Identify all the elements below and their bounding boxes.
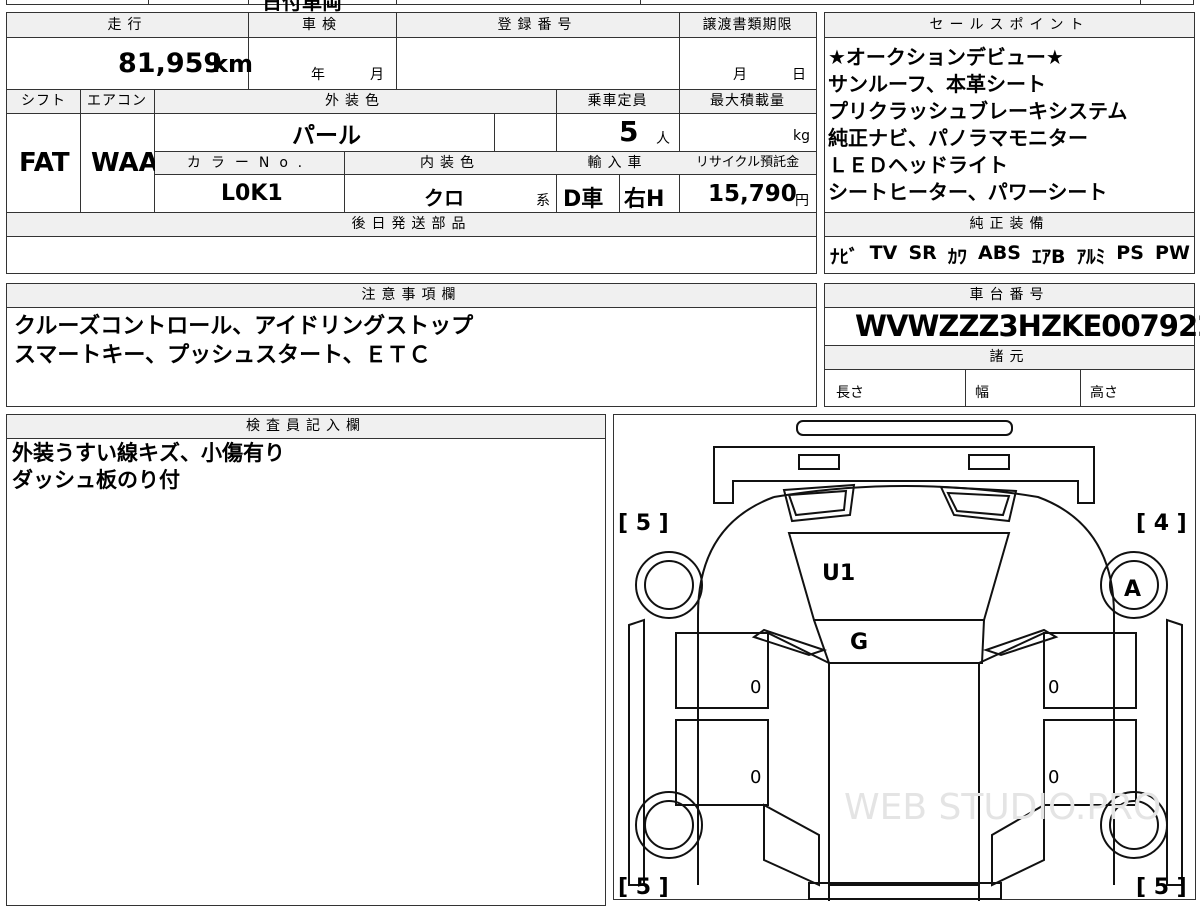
inspection-year-label: 年 bbox=[311, 67, 325, 83]
registration-header: 登録番号 bbox=[396, 13, 679, 38]
capacity-header: 乗車定員 bbox=[556, 90, 679, 114]
capacity-unit: 人 bbox=[656, 131, 670, 147]
recycle-fee-unit: 円 bbox=[795, 193, 809, 209]
import-handle: 右H bbox=[624, 187, 665, 212]
tire-mark-front-right: [ 4 ] bbox=[1136, 511, 1187, 536]
spec-height-label: 高さ bbox=[1090, 385, 1118, 401]
notes-text: クルーズコントロール、アイドリングストップ スマートキー、プッシュスタート、ＥＴ… bbox=[14, 314, 474, 368]
genuine-equipment-header: 純正装備 bbox=[825, 213, 1194, 237]
import-car-type: D車 bbox=[563, 187, 604, 212]
equipment-item: PS bbox=[1116, 242, 1144, 264]
spec-length-label: 長さ bbox=[836, 385, 864, 401]
later-parts-header: 後日発送部品 bbox=[7, 213, 816, 237]
import-header: 輸入車 bbox=[556, 152, 679, 175]
notes-header: 注意事項欄 bbox=[7, 284, 816, 308]
shift-header: シフト bbox=[7, 90, 80, 114]
door-mark-right-front: 0 bbox=[1048, 677, 1060, 698]
equipment-item: ｶﾜ bbox=[947, 246, 967, 268]
inspector-text: 外装うすい線キズ、小傷有り ダッシュ板のり付 bbox=[12, 441, 285, 492]
recycle-fee-header: リサイクル預託金 bbox=[679, 152, 816, 175]
tire-mark-front-left: [ 5 ] bbox=[618, 511, 669, 536]
color-no-header: カラーNo. bbox=[155, 152, 344, 175]
inspection-month-label: 月 bbox=[370, 67, 384, 83]
capacity-value: 5 bbox=[619, 115, 639, 148]
equipment-item: ﾅﾋﾞ bbox=[830, 246, 859, 268]
transfer-month-label: 月 bbox=[733, 67, 747, 83]
interior-color-suffix: 系 bbox=[536, 193, 550, 209]
sales-points-header: セールスポイント bbox=[825, 13, 1194, 38]
aircon-header: エアコン bbox=[80, 90, 154, 114]
interior-color-value: クロ bbox=[424, 186, 464, 210]
mileage-value: 81,959 bbox=[118, 48, 223, 79]
transfer-deadline-header: 譲渡書類期限 bbox=[679, 13, 816, 38]
equipment-item: ｱﾙﾐ bbox=[1076, 246, 1106, 268]
car-outline bbox=[628, 420, 1183, 901]
exterior-color-header: 外装色 bbox=[154, 90, 556, 114]
watermark: WEB STUDIO.PRO bbox=[844, 787, 1162, 828]
aircon-value: WAA bbox=[91, 148, 159, 178]
damage-mark-roof: U1 bbox=[822, 561, 856, 586]
transfer-day-label: 日 bbox=[792, 67, 806, 83]
tire-mark-rear-left: [ 5 ] bbox=[618, 875, 669, 900]
mileage-unit: km bbox=[212, 50, 253, 78]
equipment-item: ABS bbox=[978, 242, 1021, 264]
max-load-header: 最大積載量 bbox=[679, 90, 816, 114]
car-damage-diagram: [ 5 ] [ 4 ] [ 5 ] [ 5 ] U1 G A 0 0 0 0 W… bbox=[613, 414, 1196, 901]
equipment-item: ｴｱB bbox=[1032, 246, 1066, 268]
specs-header: 諸元 bbox=[825, 346, 1194, 370]
interior-color-header: 内装色 bbox=[344, 152, 556, 175]
exterior-color-value: パール bbox=[292, 123, 361, 149]
equipment-item: TV bbox=[869, 242, 898, 264]
damage-mark-right-wheel: A bbox=[1124, 577, 1142, 602]
door-mark-left-front: 0 bbox=[750, 677, 762, 698]
equipment-item: PW bbox=[1155, 242, 1190, 264]
door-mark-left-rear: 0 bbox=[750, 767, 762, 788]
door-mark-right-rear: 0 bbox=[1048, 767, 1060, 788]
tire-mark-rear-right: [ 5 ] bbox=[1136, 875, 1187, 900]
sales-points-text: ★オークションデビュー★ サンルーフ、本革シート プリクラッシュブレーキシステム… bbox=[828, 45, 1128, 204]
inspector-header: 検査員記入欄 bbox=[7, 415, 605, 439]
genuine-equipment-list: ﾅﾋﾞ TV SR ｶﾜ ABS ｴｱB ｱﾙﾐ PS PW bbox=[830, 242, 1190, 270]
color-no-value: L0K1 bbox=[221, 181, 283, 206]
chassis-number: WVWZZZ3HZKE007922 bbox=[855, 309, 1200, 343]
damage-mark-windshield: G bbox=[850, 630, 869, 655]
max-load-unit: kg bbox=[793, 128, 810, 144]
shift-value: FAT bbox=[19, 148, 70, 178]
recycle-fee-value: 15,790 bbox=[708, 181, 797, 207]
chassis-header: 車台番号 bbox=[825, 284, 1194, 308]
equipment-item: SR bbox=[908, 242, 937, 264]
inspection-header: 車検 bbox=[248, 13, 396, 38]
top-strip bbox=[6, 0, 1194, 5]
mileage-header: 走行 bbox=[7, 13, 248, 38]
spec-width-label: 幅 bbox=[975, 385, 989, 401]
